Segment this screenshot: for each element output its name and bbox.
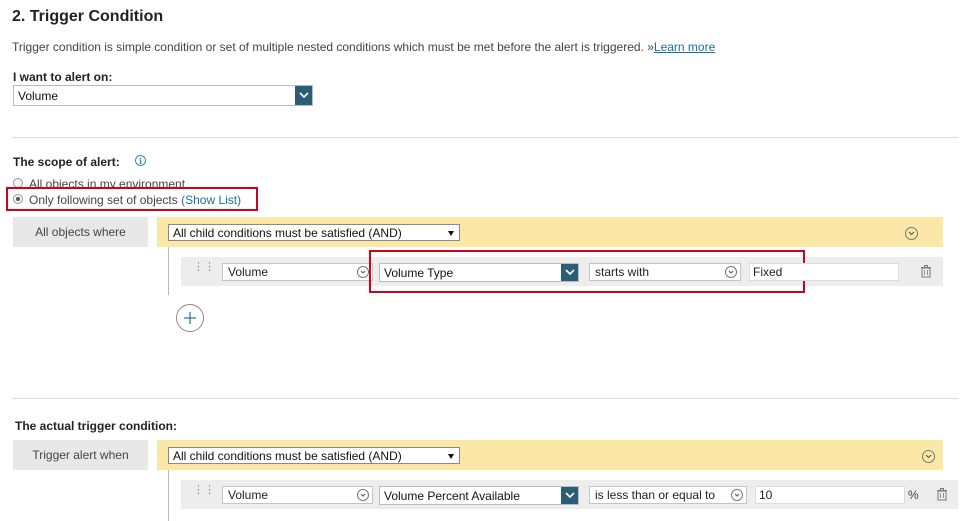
chevron-down-icon[interactable] bbox=[922, 450, 935, 463]
dropdown-arrow-icon bbox=[448, 231, 454, 236]
divider bbox=[12, 398, 958, 399]
scope-label: The scope of alert: bbox=[13, 155, 120, 169]
chevron-down-icon[interactable] bbox=[295, 86, 312, 105]
divider bbox=[12, 137, 958, 138]
dropdown-arrow-icon bbox=[448, 454, 454, 459]
where-label: All objects where bbox=[13, 217, 148, 247]
add-condition-button[interactable] bbox=[176, 304, 204, 332]
section-description: Trigger condition is simple condition or… bbox=[12, 40, 715, 54]
tree-line bbox=[168, 247, 169, 295]
scope-value-input[interactable]: Fixed bbox=[749, 263, 899, 281]
chevron-down-icon[interactable] bbox=[561, 264, 578, 281]
trash-icon[interactable] bbox=[920, 265, 932, 283]
unit-label: % bbox=[908, 488, 919, 502]
chevron-down-icon[interactable] bbox=[725, 266, 737, 278]
info-icon[interactable]: i bbox=[135, 155, 146, 166]
learn-more-link[interactable]: Learn more bbox=[654, 40, 715, 54]
add-icon bbox=[184, 312, 196, 324]
page-title: 2. Trigger Condition bbox=[12, 8, 164, 25]
grip-icon[interactable]: ⋮⋮ bbox=[193, 262, 215, 273]
alert-on-label: I want to alert on: bbox=[13, 70, 113, 84]
scope-group-logic-value: All child conditions must be satisfied (… bbox=[173, 225, 402, 240]
scope-group-logic-select[interactable]: All child conditions must be satisfied (… bbox=[168, 224, 460, 241]
trigger-label: The actual trigger condition: bbox=[15, 419, 178, 433]
trigger-value-input[interactable]: 10 bbox=[755, 486, 905, 504]
scope-option-following-label: Only following set of objects (Show List… bbox=[29, 193, 242, 207]
scope-object-select[interactable]: Volume bbox=[222, 263, 373, 281]
trash-icon[interactable] bbox=[936, 488, 948, 506]
radio-following[interactable] bbox=[13, 194, 23, 204]
chevron-down-icon[interactable] bbox=[357, 489, 369, 501]
alert-on-select[interactable]: Volume bbox=[13, 85, 313, 106]
trigger-group-logic-value: All child conditions must be satisfied (… bbox=[173, 448, 402, 463]
when-label: Trigger alert when bbox=[13, 440, 148, 470]
chevron-down-icon[interactable] bbox=[905, 227, 918, 240]
trigger-group-logic-select[interactable]: All child conditions must be satisfied (… bbox=[168, 447, 460, 464]
trigger-operator-select[interactable]: is less than or equal to bbox=[589, 486, 747, 504]
grip-icon[interactable]: ⋮⋮ bbox=[193, 485, 215, 496]
scope-operator-select[interactable]: starts with bbox=[589, 263, 741, 281]
trigger-property-select[interactable]: Volume Percent Available bbox=[379, 486, 579, 505]
chevron-down-icon[interactable] bbox=[357, 266, 369, 278]
tree-line bbox=[168, 470, 169, 521]
chevron-down-icon[interactable] bbox=[561, 487, 578, 504]
alert-on-value: Volume bbox=[18, 88, 59, 103]
scope-option-following[interactable]: Only following set of objects (Show List… bbox=[13, 193, 253, 207]
scope-property-select[interactable]: Volume Type bbox=[379, 263, 579, 282]
chevron-down-icon[interactable] bbox=[731, 489, 743, 501]
description-text: Trigger condition is simple condition or… bbox=[12, 40, 654, 54]
trigger-object-select[interactable]: Volume bbox=[222, 486, 373, 504]
show-list-link[interactable]: (Show List) bbox=[181, 193, 241, 207]
